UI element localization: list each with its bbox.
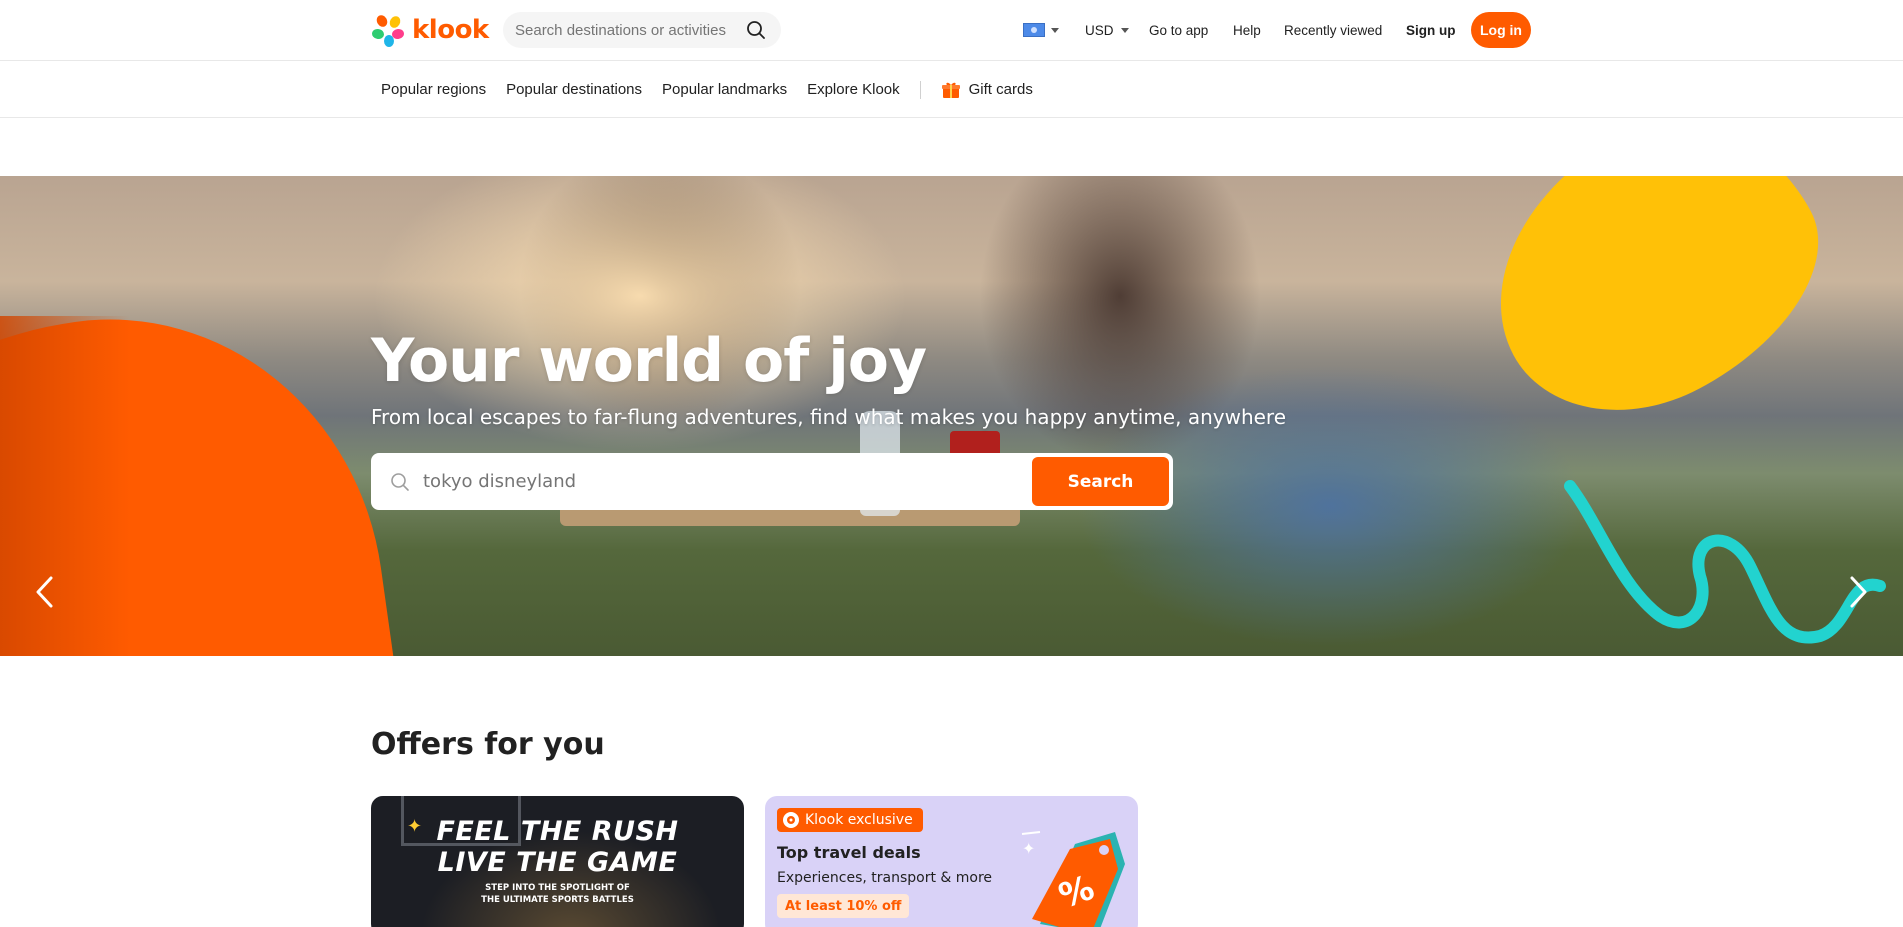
header-search[interactable] (503, 12, 781, 48)
carousel-prev-button[interactable] (26, 574, 62, 610)
help-link[interactable]: Help (1233, 12, 1261, 48)
search-icon[interactable] (745, 19, 767, 41)
offers-section-title: Offers for you (371, 727, 605, 762)
hero-subtitle: From local escapes to far-flung adventur… (371, 405, 1287, 429)
chevron-right-icon (1850, 576, 1867, 608)
offer-headline-1: FEEL THE RUSH (436, 816, 679, 847)
klook-logo-icon (372, 15, 404, 47)
hero-orange-shade (0, 316, 130, 656)
offer-card-travel-deals[interactable]: Klook exclusive Top travel deals Experie… (765, 796, 1138, 927)
secondary-nav: Popular regions Popular destinations Pop… (0, 61, 1903, 118)
offer-card-sports[interactable]: ✦ FEEL THE RUSH LIVE THE GAME STEP INTO … (371, 796, 744, 927)
hero-teal-squiggle (1564, 480, 1886, 644)
discount-badge: At least 10% off (777, 894, 910, 918)
hero-search-input[interactable] (423, 471, 1032, 492)
currency-label: USD (1085, 22, 1114, 38)
nav-popular-regions[interactable]: Popular regions (381, 81, 486, 98)
go-to-app-link[interactable]: Go to app (1149, 12, 1208, 48)
nav-divider (919, 80, 921, 99)
offer-tagline-line-1: STEP INTO THE SPOTLIGHT OF (485, 883, 630, 893)
hero-search-button[interactable]: Search (1032, 457, 1169, 506)
caret-down-icon (1051, 27, 1059, 33)
discount-tag-icon: ✦ % (1021, 831, 1125, 927)
deals-subtitle: Experiences, transport & more (777, 870, 993, 886)
offer-tagline: STEP INTO THE SPOTLIGHT OF THE ULTIMATE … (371, 882, 744, 906)
nav-popular-destinations[interactable]: Popular destinations (506, 81, 642, 98)
nav-gift-cards[interactable]: Gift cards (941, 80, 1033, 100)
flag-icon (1023, 23, 1045, 37)
hero-search-bar[interactable]: Search (371, 453, 1173, 510)
carousel-next-button[interactable] (1841, 574, 1877, 610)
deals-title: Top travel deals (777, 843, 921, 862)
header-search-input[interactable] (515, 21, 745, 39)
klook-exclusive-label: Klook exclusive (805, 812, 913, 828)
gift-icon (941, 82, 960, 98)
currency-selector[interactable]: USD (1085, 12, 1129, 48)
log-in-button[interactable]: Log in (1471, 12, 1531, 48)
klook-exclusive-badge: Klook exclusive (777, 808, 923, 832)
nav-explore-klook[interactable]: Explore Klook (807, 81, 900, 98)
nav-popular-landmarks[interactable]: Popular landmarks (662, 81, 787, 98)
klook-badge-icon (783, 812, 799, 828)
top-header: klook USD Go to app Help Recently viewed… (0, 0, 1903, 61)
sign-up-link[interactable]: Sign up (1406, 12, 1456, 48)
recently-viewed-link[interactable]: Recently viewed (1284, 12, 1382, 48)
offer-headline-2: LIVE THE GAME (437, 847, 678, 878)
gift-cards-label: Gift cards (968, 81, 1033, 98)
svg-text:✦: ✦ (1022, 839, 1035, 858)
language-selector[interactable] (1023, 12, 1059, 48)
chevron-left-icon (36, 576, 53, 608)
caret-down-icon (1120, 27, 1129, 33)
klook-logo[interactable]: klook (370, 12, 489, 48)
hero-title: Your world of joy (371, 326, 927, 396)
offer-tagline-line-2: THE ULTIMATE SPORTS BATTLES (481, 895, 634, 905)
search-icon (389, 471, 411, 493)
brand-name: klook (412, 15, 489, 45)
